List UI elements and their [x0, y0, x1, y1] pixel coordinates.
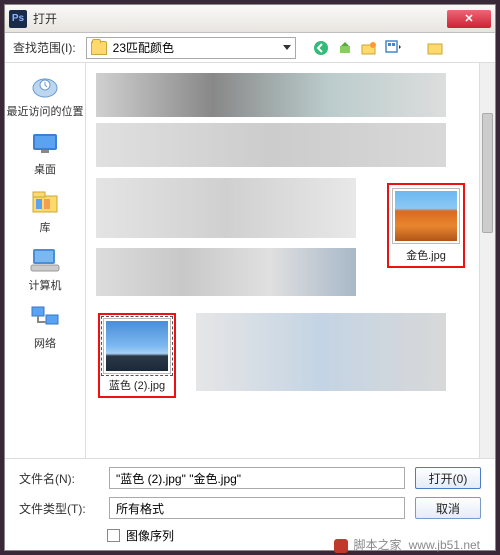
sidebar-item-network[interactable]: 网络: [5, 303, 85, 351]
new-folder-icon[interactable]: [360, 39, 378, 57]
back-icon[interactable]: [312, 39, 330, 57]
chevron-down-icon: [283, 45, 291, 50]
sidebar-item-label: 桌面: [34, 161, 56, 177]
filetype-dropdown[interactable]: 所有格式: [109, 497, 405, 519]
current-folder: 23匹配颜色: [113, 39, 277, 56]
places-sidebar: 最近访问的位置 桌面 库 计算机 网络: [5, 63, 85, 458]
recent-icon: [27, 71, 63, 101]
network-icon: [27, 303, 63, 333]
filename-label: 文件名(N):: [19, 470, 99, 487]
titlebar: Ps 打开 ✕: [5, 5, 495, 33]
watermark-logo: [334, 539, 348, 553]
sidebar-item-recent[interactable]: 最近访问的位置: [5, 71, 85, 119]
file-item-gold[interactable]: 金色.jpg: [387, 183, 465, 268]
file-caption: 金色.jpg: [406, 247, 446, 263]
sidebar-item-desktop[interactable]: 桌面: [5, 129, 85, 177]
sidebar-item-computer[interactable]: 计算机: [5, 245, 85, 293]
image-sequence-label: 图像序列: [126, 527, 174, 544]
scrollbar-thumb[interactable]: [482, 113, 493, 233]
watermark: 脚本之家 www.jb51.net: [334, 536, 480, 553]
open-dialog: Ps 打开 ✕ 查找范围(I): 23匹配颜色 最近访问的位置 桌面: [4, 4, 496, 551]
filename-input[interactable]: "蓝色 (2).jpg" "金色.jpg": [109, 467, 405, 489]
app-icon: Ps: [9, 10, 27, 28]
file-caption: 蓝色 (2).jpg: [109, 377, 165, 393]
bottom-panel: 文件名(N): "蓝色 (2).jpg" "金色.jpg" 打开(0) 文件类型…: [5, 458, 495, 550]
file-item-blue[interactable]: 蓝色 (2).jpg: [98, 313, 176, 398]
filetype-label: 文件类型(T):: [19, 500, 99, 517]
cancel-button[interactable]: 取消: [415, 497, 481, 519]
up-icon[interactable]: [336, 39, 354, 57]
window-title: 打开: [33, 10, 447, 27]
sidebar-item-label: 网络: [34, 335, 56, 351]
close-button[interactable]: ✕: [447, 10, 491, 28]
sidebar-item-label: 库: [40, 219, 51, 235]
library-icon: [27, 187, 63, 217]
desktop-icon: [27, 129, 63, 159]
lookin-label: 查找范围(I):: [13, 39, 76, 56]
sidebar-item-library[interactable]: 库: [5, 187, 85, 235]
sidebar-item-label: 计算机: [29, 277, 62, 293]
view-menu-icon[interactable]: [384, 39, 402, 57]
scrollbar[interactable]: [479, 63, 495, 458]
image-sequence-checkbox[interactable]: [107, 529, 120, 542]
sidebar-item-label: 最近访问的位置: [7, 103, 84, 119]
extra-folder-icon[interactable]: [426, 39, 444, 57]
folder-icon: [91, 41, 107, 55]
folder-dropdown[interactable]: 23匹配颜色: [86, 37, 296, 59]
file-list[interactable]: 金色.jpg 蓝色 (2).jpg: [85, 63, 495, 458]
nav-icons: [312, 39, 444, 57]
toolbar: 查找范围(I): 23匹配颜色: [5, 33, 495, 63]
open-button[interactable]: 打开(0): [415, 467, 481, 489]
dialog-body: 最近访问的位置 桌面 库 计算机 网络: [5, 63, 495, 458]
computer-icon: [27, 245, 63, 275]
